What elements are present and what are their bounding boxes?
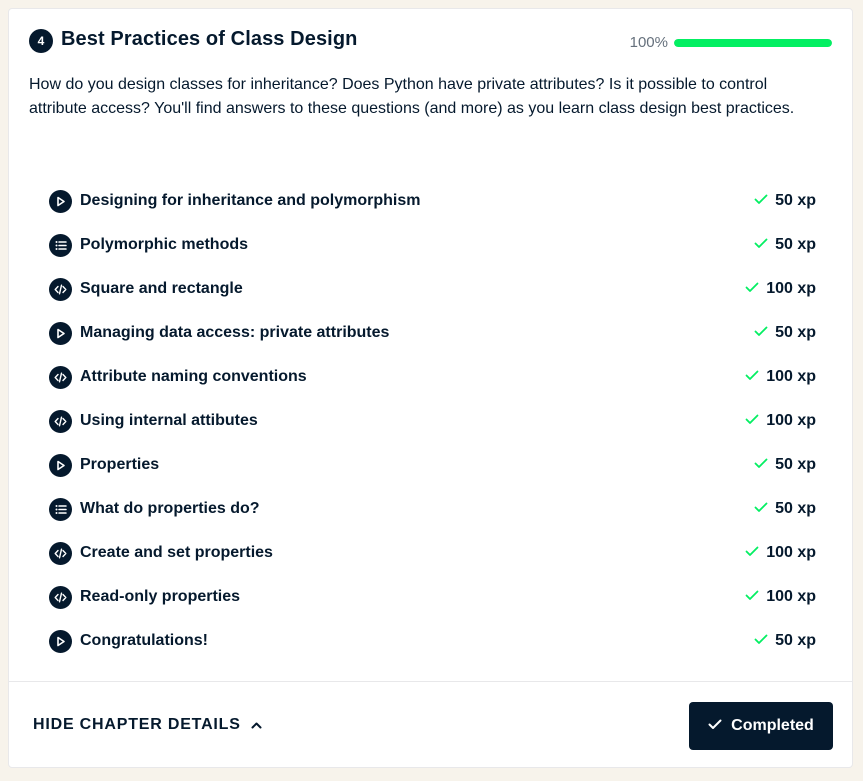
progress-bar-fill <box>674 39 832 47</box>
exercise-xp-value: 100 xp <box>766 544 816 561</box>
completed-label: Completed <box>731 717 814 734</box>
list-icon <box>49 233 72 257</box>
exercise-xp-value: 100 xp <box>766 280 816 297</box>
code-icon <box>49 541 72 565</box>
check-icon <box>745 280 759 298</box>
progress-bar <box>674 39 832 47</box>
check-icon <box>745 588 759 606</box>
exercise-list: Designing for inheritance and polymorphi… <box>49 179 816 663</box>
exercise-xp-value: 50 xp <box>775 632 816 649</box>
exercise-xp: 50 xp <box>754 500 816 518</box>
exercise-xp: 100 xp <box>745 280 816 298</box>
exercise-xp: 100 xp <box>745 412 816 430</box>
exercise-xp-value: 50 xp <box>775 236 816 253</box>
checkmark-icon <box>708 717 731 735</box>
chapter-number-badge: 4 <box>29 29 53 53</box>
exercise-xp-value: 50 xp <box>775 456 816 473</box>
exercise-item[interactable]: Properties 50 xp <box>49 443 816 487</box>
chapter-description: How do you design classes for inheritanc… <box>29 76 795 117</box>
check-icon <box>745 368 759 386</box>
check-icon <box>754 324 768 342</box>
play-icon <box>49 629 72 653</box>
code-icon <box>49 365 72 389</box>
play-icon <box>49 321 72 345</box>
exercise-item[interactable]: Attribute naming conventions 100 xp <box>49 355 816 399</box>
chapter-header: 4 Best Practices of Class Design 100% <box>29 28 832 57</box>
chapter-title: Best Practices of Class Design <box>61 28 358 50</box>
exercise-item[interactable]: Create and set properties 100 xp <box>49 531 816 575</box>
exercise-title: Create and set properties <box>80 544 273 561</box>
exercise-item[interactable]: What do properties do? 50 xp <box>49 487 816 531</box>
exercise-item[interactable]: Read-only properties 100 xp <box>49 575 816 619</box>
exercise-title: Managing data access: private attributes <box>80 324 390 341</box>
code-icon <box>49 409 72 433</box>
exercise-xp: 100 xp <box>745 368 816 386</box>
exercise-item[interactable]: Polymorphic methods 50 xp <box>49 223 816 267</box>
list-icon <box>49 497 72 521</box>
hide-chapter-details-button[interactable]: HIDE CHAPTER DETAILS <box>33 716 262 734</box>
hide-chapter-details-label: HIDE CHAPTER DETAILS <box>33 716 241 733</box>
exercise-title: Read-only properties <box>80 588 241 605</box>
footer-divider <box>9 681 852 682</box>
exercise-title: Designing for inheritance and polymorphi… <box>80 192 421 209</box>
check-icon <box>754 500 768 518</box>
exercise-xp-value: 50 xp <box>775 324 816 341</box>
exercise-title: Properties <box>80 456 160 473</box>
exercise-xp-value: 100 xp <box>766 368 816 385</box>
code-icon <box>49 277 72 301</box>
exercise-title: Congratulations! <box>80 632 208 649</box>
exercise-item[interactable]: Congratulations! 50 xp <box>49 619 816 663</box>
code-icon <box>49 585 72 609</box>
exercise-xp-value: 100 xp <box>766 588 816 605</box>
play-icon <box>49 453 72 477</box>
exercise-item[interactable]: Managing data access: private attributes… <box>49 311 816 355</box>
exercise-item[interactable]: Using internal attibutes 100 xp <box>49 399 816 443</box>
check-icon <box>754 632 768 650</box>
progress-percentage: 100% <box>629 34 668 51</box>
exercise-item[interactable]: Designing for inheritance and polymorphi… <box>49 179 816 223</box>
completed-button[interactable]: Completed <box>689 702 833 750</box>
chapter-card: 4 Best Practices of Class Design 100% Ho… <box>8 8 853 768</box>
check-icon <box>754 236 768 254</box>
check-icon <box>754 192 768 210</box>
exercise-xp: 50 xp <box>754 324 816 342</box>
exercise-title: Polymorphic methods <box>80 236 249 253</box>
exercise-title: Using internal attibutes <box>80 412 258 429</box>
exercise-xp: 50 xp <box>754 192 816 210</box>
exercise-xp: 50 xp <box>754 632 816 650</box>
check-icon <box>754 456 768 474</box>
exercise-xp-value: 50 xp <box>775 500 816 517</box>
exercise-xp-value: 50 xp <box>775 192 816 209</box>
exercise-xp: 50 xp <box>754 236 816 254</box>
check-icon <box>745 412 759 430</box>
chevron-up-icon <box>251 716 262 734</box>
exercise-title: Attribute naming conventions <box>80 368 307 385</box>
exercise-xp-value: 100 xp <box>766 412 816 429</box>
exercise-xp: 50 xp <box>754 456 816 474</box>
exercise-xp: 100 xp <box>745 588 816 606</box>
exercise-title: What do properties do? <box>80 500 260 517</box>
exercise-xp: 100 xp <box>745 544 816 562</box>
play-icon <box>49 189 72 213</box>
exercise-title: Square and rectangle <box>80 280 243 297</box>
exercise-item[interactable]: Square and rectangle 100 xp <box>49 267 816 311</box>
check-icon <box>745 544 759 562</box>
